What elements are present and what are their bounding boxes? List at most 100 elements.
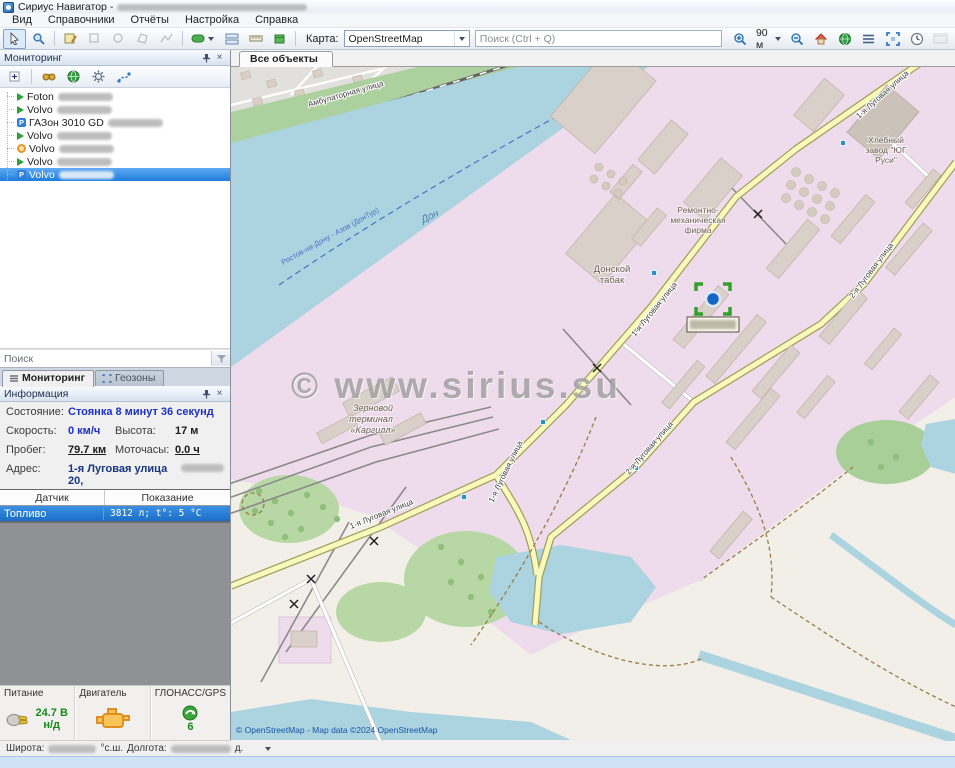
zoom-out-button[interactable] — [785, 29, 808, 49]
map-label: Ремонтно- — [677, 205, 719, 215]
vehicle-row[interactable]: PГАЗон 3010 GD — [0, 116, 230, 129]
route-button[interactable] — [220, 29, 243, 49]
redacted-text — [59, 145, 114, 153]
bottom-strip — [0, 756, 955, 768]
tab-geozones[interactable]: Геозоны — [95, 370, 164, 386]
map-tab-all-objects[interactable]: Все объекты — [239, 51, 333, 67]
mileage-label: Пробег: — [6, 444, 68, 456]
legend-list-button[interactable] — [857, 29, 880, 49]
ruler-button[interactable] — [244, 29, 267, 49]
close-panel-icon[interactable]: × — [213, 388, 226, 400]
clear-filter-icon[interactable] — [211, 351, 230, 366]
latitude-units: °с.ш. — [100, 743, 123, 754]
settings-gear-button[interactable] — [87, 67, 110, 87]
world-view-button[interactable] — [833, 29, 856, 49]
watermark: © www.sirius.su © www.sirius.su — [291, 365, 622, 407]
title-bar: Сириус Навигатор - — [0, 0, 955, 13]
track-color-button[interactable] — [187, 29, 219, 49]
pin-icon[interactable] — [200, 52, 213, 64]
edit-map-button[interactable] — [59, 29, 82, 49]
vehicle-row[interactable]: Volvo — [0, 155, 230, 168]
hours-value[interactable]: 0.0 ч — [175, 444, 200, 456]
polyline-zone-button[interactable] — [155, 29, 178, 49]
sensor-table: Датчик Показание Топливо 3812 л; t°: 5 °… — [0, 489, 230, 522]
menu-item[interactable]: Справка — [247, 13, 306, 27]
sensor-row-fuel[interactable]: Топливо 3812 л; t°: 5 °C — [0, 506, 230, 521]
mileage-value[interactable]: 79.7 км — [68, 444, 106, 456]
menu-item[interactable]: Вид — [4, 13, 40, 27]
tracks-button[interactable] — [112, 67, 135, 87]
vehicle-status-icon: P — [17, 170, 26, 179]
app-icon — [3, 2, 14, 13]
vehicle-row[interactable]: Volvo — [0, 142, 230, 155]
tab-monitoring[interactable]: Мониторинг — [2, 370, 94, 387]
map-attribution: © OpenStreetMap - Map data ©2024 OpenStr… — [236, 725, 438, 735]
tree-search-input[interactable] — [0, 353, 211, 365]
redacted-text — [117, 4, 307, 11]
pin-icon[interactable] — [200, 388, 213, 400]
vehicle-name: Volvo — [27, 156, 53, 168]
tree-twig — [7, 96, 14, 97]
menu-item[interactable]: Справочники — [40, 13, 123, 27]
select-tool-button[interactable] — [3, 29, 26, 49]
vehicle-status-icon — [17, 93, 24, 101]
tree-twig — [7, 135, 14, 136]
monitoring-panel: Мониторинг × FotonVolvoPГАЗ — [0, 50, 231, 740]
engine-icon — [95, 707, 131, 731]
vehicle-status-icon — [17, 106, 24, 114]
zoom-in-button[interactable] — [729, 29, 752, 49]
show-on-map-button[interactable] — [62, 67, 85, 87]
power-plug-icon — [6, 710, 30, 728]
coords-format-dropdown[interactable] — [265, 747, 271, 751]
panel-tabs: Мониторинг Геозоны — [0, 368, 230, 386]
polygon-zone-button[interactable] — [131, 29, 154, 49]
geozone-tool-button[interactable] — [83, 29, 106, 49]
panel-toggle-button[interactable] — [929, 29, 952, 49]
redacted-text — [57, 158, 112, 166]
close-panel-icon[interactable]: × — [213, 52, 226, 64]
map-canvas[interactable]: Амбулаторная улица1-я Луговая улица1-я Л… — [231, 67, 955, 744]
gauges-panel: Питание 24.7 В н/д Двигат — [0, 685, 230, 740]
geozone-icon — [102, 374, 112, 383]
combo-caret[interactable] — [454, 31, 469, 46]
zoom-tool-button[interactable] — [27, 29, 50, 49]
information-panel-header: Информация × — [0, 386, 230, 402]
menu-item[interactable]: Отчёты — [123, 13, 177, 27]
history-clock-button[interactable] — [905, 29, 928, 49]
vehicle-row[interactable]: Volvo — [0, 129, 230, 142]
map-tab-bar: Все объекты — [231, 50, 955, 67]
vehicle-status-icon — [17, 144, 26, 153]
objects-3d-button[interactable] — [268, 29, 291, 49]
vehicle-status-icon — [17, 158, 24, 166]
altitude-label: Высота: — [115, 425, 175, 437]
speed-label: Скорость: — [6, 425, 68, 437]
menu-item[interactable]: Настройка — [177, 13, 247, 27]
map-label: Хлебный — [868, 135, 904, 145]
vehicle-row[interactable]: PVolvo — [0, 168, 230, 181]
fit-objects-button[interactable] — [881, 29, 904, 49]
vehicle-row[interactable]: Volvo — [0, 103, 230, 116]
power-extra: н/д — [43, 719, 60, 731]
map-provider-select[interactable]: OpenStreetMap — [344, 30, 470, 47]
vehicle-position-icon — [706, 292, 720, 306]
expand-all-button[interactable] — [3, 67, 26, 87]
vehicle-row[interactable]: Foton — [0, 90, 230, 103]
global-search-input[interactable] — [475, 30, 722, 47]
redacted-text — [690, 320, 736, 329]
home-view-button[interactable] — [809, 29, 832, 49]
power-label: Питание — [4, 688, 70, 699]
vehicle-name: Volvo — [27, 130, 53, 142]
information-panel-title: Информация — [4, 388, 68, 400]
redacted-text — [171, 745, 231, 753]
tree-search-row — [0, 349, 230, 368]
power-gauge: Питание 24.7 В н/д — [0, 686, 75, 740]
gps-gauge: ГЛОНАСС/GPS 6 — [151, 686, 230, 740]
gps-label: ГЛОНАСС/GPS — [155, 688, 226, 699]
sensor-table-header: Датчик Показание — [0, 490, 230, 506]
circle-zone-button[interactable] — [107, 29, 130, 49]
map-area: Все объекты — [231, 50, 955, 740]
power-value: 24.7 В — [35, 707, 67, 719]
engine-label: Двигатель — [79, 688, 145, 699]
find-object-button[interactable] — [37, 67, 60, 87]
zoom-scale-dropdown[interactable]: 90 м — [753, 27, 784, 51]
